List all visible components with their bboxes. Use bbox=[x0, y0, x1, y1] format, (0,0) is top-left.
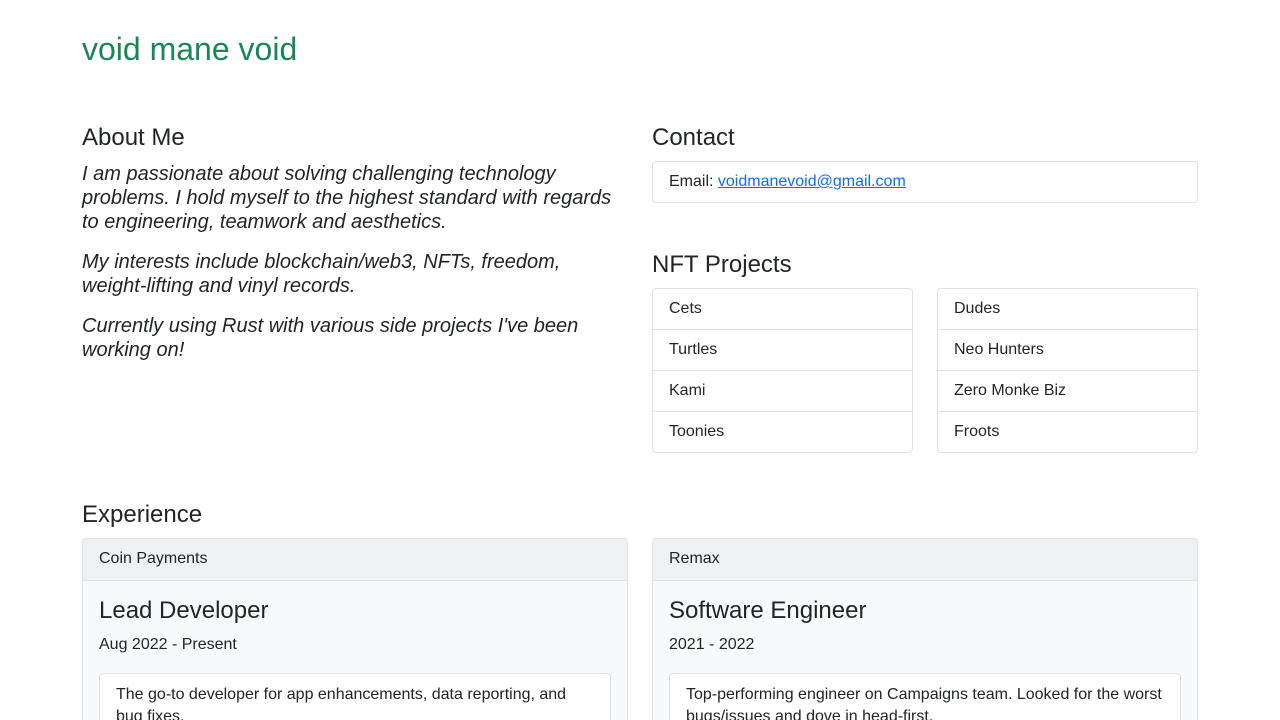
about-heading: About Me bbox=[82, 124, 185, 151]
list-item: Kami bbox=[653, 371, 912, 412]
experience-card: Remax Software Engineer 2021 - 2022 Top-… bbox=[652, 538, 1198, 720]
list-item: Froots bbox=[954, 423, 1000, 440]
contact-box: Email: voidmanevoid@gmail.com bbox=[652, 161, 1198, 203]
list-item: Dudes bbox=[938, 289, 1197, 330]
contact-heading: Contact bbox=[652, 124, 735, 151]
email-link[interactable]: voidmanevoid@gmail.com bbox=[718, 173, 906, 190]
page: void mane void About Me I am passionate … bbox=[0, 0, 1280, 720]
list-item: Turtles bbox=[653, 330, 912, 371]
email-label: Email: bbox=[669, 173, 718, 190]
about-paragraph: Currently using Rust with various side p… bbox=[82, 315, 579, 361]
list-item: Zero Monke Biz bbox=[938, 371, 1197, 412]
job-title: Lead Developer bbox=[99, 597, 269, 624]
experience-heading: Experience bbox=[82, 501, 203, 528]
job-description: The go-to developer for app enhancements… bbox=[99, 673, 611, 720]
site-title[interactable]: void mane void bbox=[82, 31, 297, 67]
nft-heading: NFT Projects bbox=[652, 251, 792, 278]
list-item: Neo Hunters bbox=[938, 330, 1197, 371]
job-dates: 2021 - 2022 bbox=[669, 636, 755, 653]
job-title: Software Engineer bbox=[669, 597, 867, 624]
job-dates: Aug 2022 - Present bbox=[99, 636, 237, 653]
company-name: Coin Payments bbox=[83, 539, 627, 581]
list-item: Cets bbox=[653, 289, 912, 330]
about-paragraph: My interests include blockchain/web3, NF… bbox=[82, 251, 561, 297]
list-item: Toonies bbox=[669, 423, 725, 440]
job-description: Top-performing engineer on Campaigns tea… bbox=[669, 673, 1181, 720]
experience-card: Coin Payments Lead Developer Aug 2022 - … bbox=[82, 538, 628, 720]
nft-list-right: Dudes Neo Hunters Zero Monke Biz Froots bbox=[937, 288, 1198, 453]
company-name: Remax bbox=[653, 539, 1197, 581]
nft-list-left: Cets Turtles Kami Toonies bbox=[652, 288, 913, 453]
about-text: I am passionate about solving challengin… bbox=[82, 162, 628, 378]
about-paragraph: I am passionate about solving challengin… bbox=[82, 163, 612, 233]
